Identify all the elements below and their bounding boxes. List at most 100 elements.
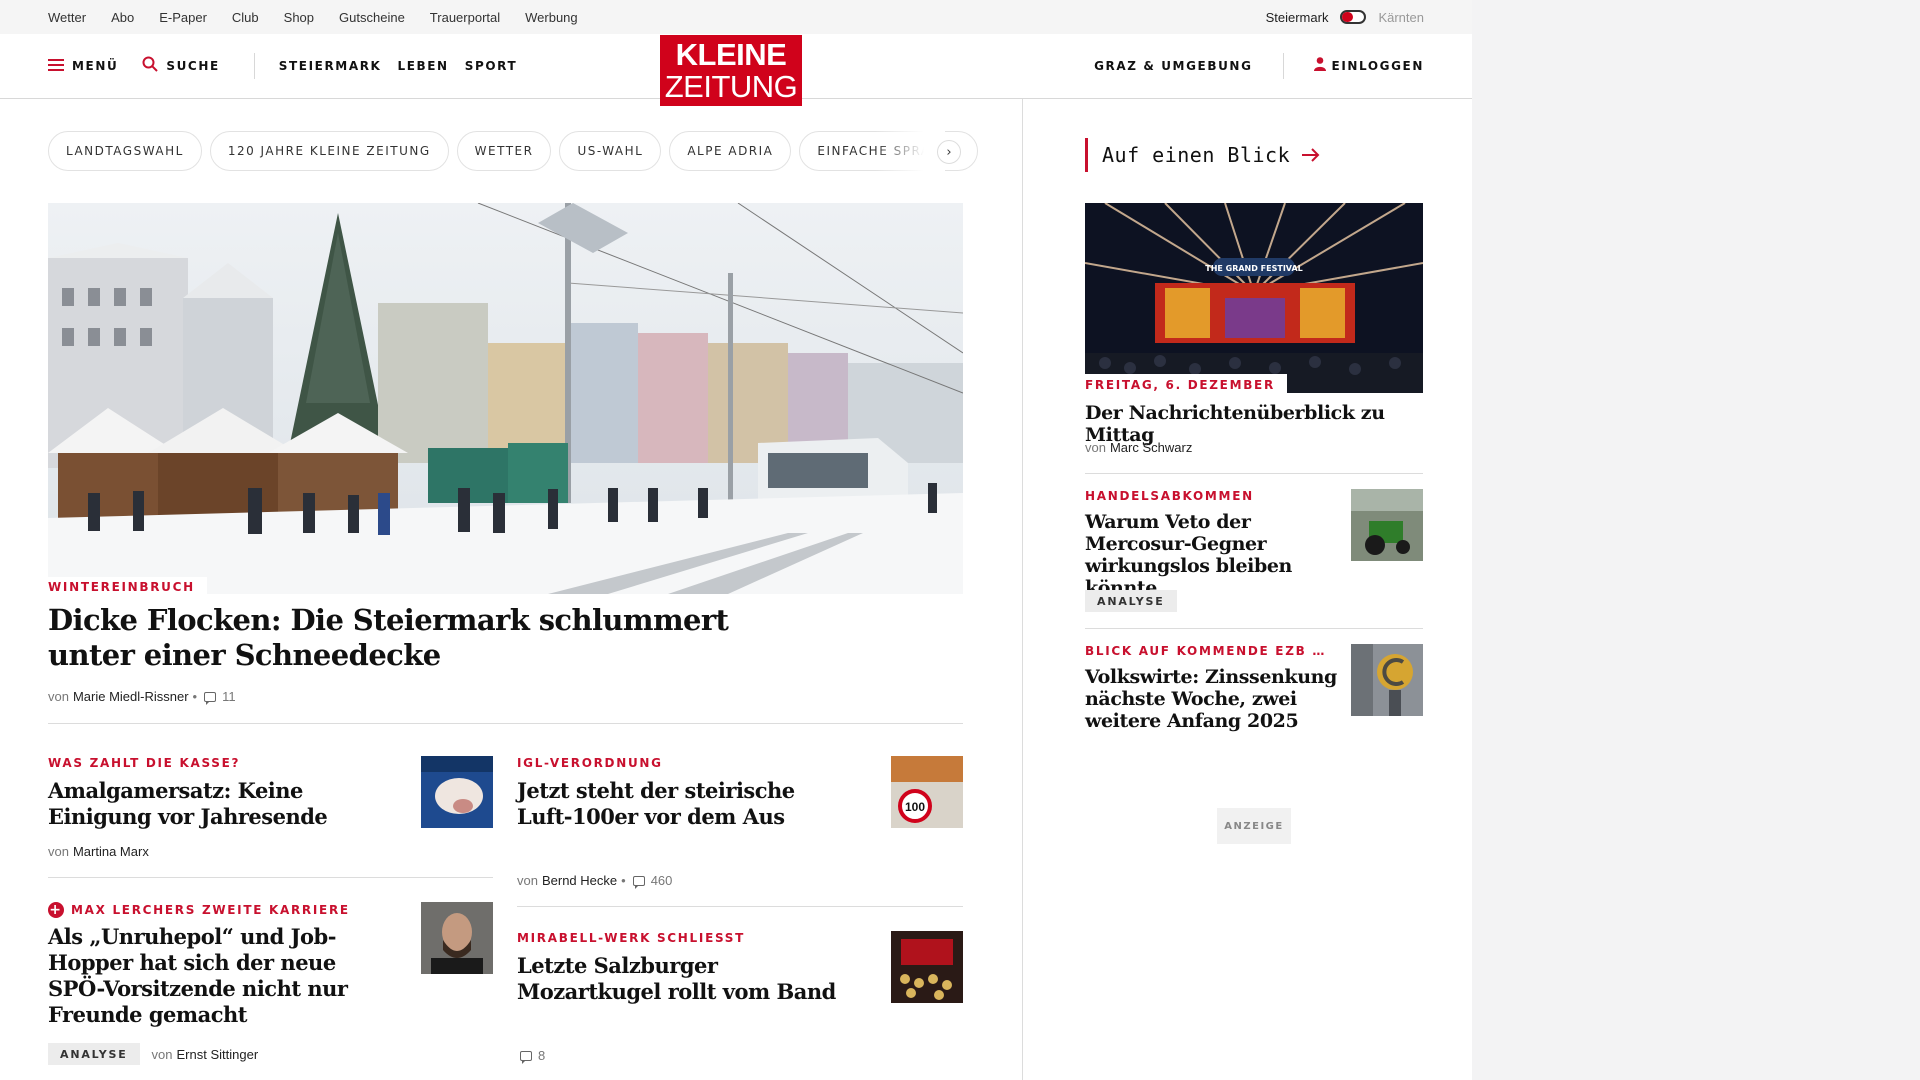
login-button[interactable]: EINLOGGEN	[1313, 56, 1424, 75]
article-4-thumbnail[interactable]	[891, 931, 963, 1003]
byline-prefix: von	[48, 844, 69, 859]
sidebar-lead-byline: von Marc Schwarz	[1085, 440, 1192, 455]
comment-icon	[204, 691, 217, 705]
hero-title[interactable]: Dicke Flocken: Die Steiermark schlummert…	[48, 603, 808, 673]
search-button[interactable]: SUCHE	[142, 56, 219, 76]
hamburger-icon	[48, 56, 64, 75]
festival-banner-text: THE GRAND FESTIVAL	[1205, 264, 1303, 273]
sidebar-lead-image[interactable]: THE GRAND FESTIVAL	[1085, 203, 1423, 393]
byline-prefix: von	[48, 689, 69, 704]
header-divider	[253, 52, 255, 79]
article-3-byline: von Ernst Sittinger	[152, 1047, 259, 1062]
divider	[1085, 628, 1423, 629]
utility-link-werbung[interactable]: Werbung	[525, 10, 578, 25]
chevron-right-icon: ›	[946, 144, 952, 160]
column-divider	[1022, 99, 1023, 1080]
tag-alpe-adria[interactable]: ALPE ADRIA	[669, 131, 792, 171]
sidebar-item-2-kicker[interactable]: BLICK AUF KOMMENDE EZB …	[1085, 644, 1326, 658]
article-2-comment-count[interactable]: 460	[651, 873, 673, 888]
tag-us-wahl[interactable]: US-WAHL	[559, 131, 662, 171]
article-1-author[interactable]: Martina Marx	[73, 844, 149, 859]
byline-prefix: von	[517, 873, 538, 888]
menu-button[interactable]: MENÜ	[48, 56, 118, 75]
article-4-title[interactable]: Letzte Salzburger Mozartkugel rollt vom …	[517, 953, 837, 1005]
tag-wetter[interactable]: WETTER	[456, 131, 552, 171]
site-logo[interactable]: KLEINE ZEITUNG	[660, 35, 802, 106]
utility-bar: Wetter Abo E-Paper Club Shop Gutscheine …	[0, 0, 1472, 34]
divider	[1085, 473, 1423, 474]
article-1-byline: von Martina Marx	[48, 844, 149, 859]
hero-byline: von Marie Miedl-Rissner • 11	[48, 689, 236, 705]
nav-leben[interactable]: LEBEN	[397, 59, 448, 73]
utility-link-wetter[interactable]: Wetter	[48, 10, 86, 25]
article-3-thumbnail[interactable]	[421, 902, 493, 974]
sidebar-heading[interactable]: Auf einen Blick	[1085, 138, 1320, 172]
article-3-kicker[interactable]: + MAX LERCHERS ZWEITE KARRIERE	[48, 902, 350, 918]
utility-links: Wetter Abo E-Paper Club Shop Gutscheine …	[48, 0, 578, 34]
article-1-kicker[interactable]: WAS ZAHLT DIE KASSE?	[48, 756, 240, 770]
byline-prefix: von	[1085, 440, 1106, 455]
header-divider-right	[1282, 52, 1284, 79]
article-4-meta: 8	[517, 1048, 545, 1064]
ad-label: ANZEIGE	[1217, 808, 1291, 844]
tag-landtagswahl[interactable]: LANDTAGSWAHL	[48, 131, 202, 171]
article-2-author[interactable]: Bernd Hecke	[542, 873, 617, 888]
article-2-byline: von Bernd Hecke • 460	[517, 873, 673, 889]
sidebar-item-2-title[interactable]: Volkswirte: Zinssenkung nächste Woche, z…	[1085, 666, 1340, 732]
menu-label: MENÜ	[72, 58, 119, 73]
sidebar-lead-author[interactable]: Marc Schwarz	[1110, 440, 1192, 455]
logo-line1: KLEINE	[675, 37, 787, 72]
hero-image[interactable]	[48, 203, 963, 594]
utility-link-epaper[interactable]: E-Paper	[159, 10, 207, 25]
byline-separator: •	[621, 873, 626, 888]
hero-kicker[interactable]: WINTEREINBRUCH	[48, 577, 207, 596]
article-2-kicker[interactable]: IGL-VERORDNUNG	[517, 756, 663, 770]
sidebar-lead-date[interactable]: FREITAG, 6. DEZEMBER	[1085, 374, 1287, 394]
article-4-kicker[interactable]: MIRABELL-WERK SCHLIESST	[517, 931, 745, 945]
comment-icon	[520, 1050, 532, 1064]
article-3-kicker-text: MAX LERCHERS ZWEITE KARRIERE	[71, 903, 350, 917]
article-1-title[interactable]: Amalgamersatz: Keine Einigung vor Jahres…	[48, 778, 338, 830]
page: Wetter Abo E-Paper Club Shop Gutscheine …	[0, 0, 1472, 1080]
article-2-thumbnail[interactable]: 100	[891, 756, 963, 828]
nav-steiermark[interactable]: STEIERMARK	[279, 59, 382, 73]
utility-link-shop[interactable]: Shop	[284, 10, 314, 25]
utility-link-trauerportal[interactable]: Trauerportal	[430, 10, 500, 25]
region-switch: Steiermark Kärnten	[1266, 0, 1424, 34]
login-label: EINLOGGEN	[1331, 58, 1424, 73]
divider	[48, 877, 493, 878]
sidebar-item-1-thumbnail[interactable]	[1351, 489, 1423, 561]
speed-sign-value: 100	[905, 800, 925, 814]
byline-separator: •	[192, 689, 198, 704]
region-link[interactable]: GRAZ & UMGEBUNG	[1094, 59, 1252, 73]
article-3-title[interactable]: Als „Unruhepol“ und Job-Hopper hat sich …	[48, 924, 348, 1028]
utility-link-gutscheine[interactable]: Gutscheine	[339, 10, 405, 25]
sidebar-item-1-kicker[interactable]: HANDELSABKOMMEN	[1085, 489, 1254, 503]
sidebar-item-2-thumbnail[interactable]	[1351, 644, 1423, 716]
tags-fade	[875, 131, 945, 171]
byline-prefix: von	[151, 1046, 173, 1062]
divider	[517, 906, 963, 907]
region-toggle[interactable]	[1340, 10, 1367, 24]
sidebar-item-1-title[interactable]: Warum Veto der Mercosur-Gegner wirkungsl…	[1085, 511, 1340, 599]
hero-author[interactable]: Marie Miedl-Rissner	[73, 689, 189, 704]
region-kaernten[interactable]: Kärnten	[1378, 10, 1424, 25]
nav-sport[interactable]: SPORT	[465, 59, 518, 73]
logo-line2: ZEITUNG	[664, 69, 798, 104]
utility-link-club[interactable]: Club	[232, 10, 259, 25]
user-icon	[1313, 56, 1326, 75]
search-label: SUCHE	[166, 58, 220, 73]
analyse-badge: ANALYSE	[48, 1043, 140, 1065]
article-1-thumbnail[interactable]	[421, 756, 493, 828]
tags-next-button[interactable]: ›	[937, 140, 961, 164]
header-right: GRAZ & UMGEBUNG EINLOGGEN	[1094, 34, 1424, 97]
article-2-title[interactable]: Jetzt steht der steirische Luft-100er vo…	[517, 778, 817, 830]
hero-comment-count[interactable]: 11	[222, 689, 236, 704]
header-left: MENÜ SUCHE STEIERMARK LEBEN SPORT	[48, 34, 517, 97]
article-3-author[interactable]: Ernst Sittinger	[177, 1047, 259, 1062]
article-4-comment-count[interactable]: 8	[538, 1048, 545, 1063]
tag-120-jahre[interactable]: 120 JAHRE KLEINE ZEITUNG	[209, 131, 449, 171]
analyse-badge: ANALYSE	[1085, 590, 1177, 612]
utility-link-abo[interactable]: Abo	[111, 10, 134, 25]
region-steiermark[interactable]: Steiermark	[1266, 10, 1329, 25]
